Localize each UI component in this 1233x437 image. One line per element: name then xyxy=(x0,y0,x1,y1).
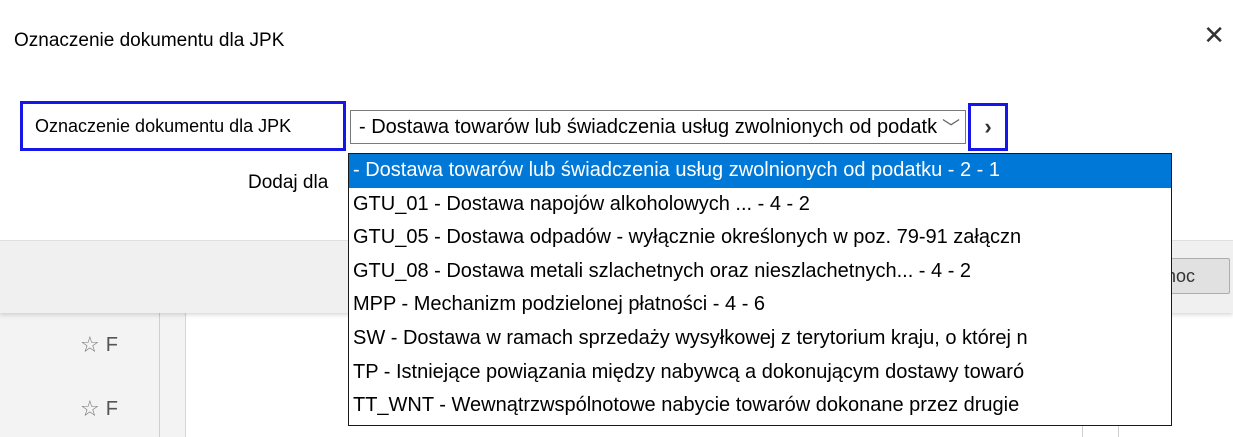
jpk-field-label-text: Oznaczenie dokumentu dla JPK xyxy=(35,115,292,136)
dropdown-option[interactable]: GTU_01 - Dostawa napojów alkoholowych ..… xyxy=(349,188,1171,222)
combobox-value: - Dostawa towarów lub świadczenia usług … xyxy=(359,115,937,138)
background-favorite-item[interactable]: ☆ F xyxy=(80,332,118,358)
dropdown-option[interactable]: SW - Dostawa w ramach sprzedaży wysyłkow… xyxy=(349,322,1171,356)
star-outline-icon: ☆ xyxy=(80,396,100,421)
dropdown-option[interactable]: GTU_05 - Dostawa odpadów - wyłącznie okr… xyxy=(349,221,1171,255)
chevron-right-icon: › xyxy=(984,114,992,139)
add-for-label: Dodaj dla xyxy=(248,172,329,193)
background-favorite-label: F xyxy=(105,397,118,420)
jpk-field-label: Oznaczenie dokumentu dla JPK xyxy=(20,101,346,151)
next-button[interactable]: › xyxy=(968,103,1008,151)
close-icon[interactable]: ✕ xyxy=(1203,22,1225,48)
background-favorite-label: F xyxy=(105,333,118,356)
dropdown-option[interactable]: TT_WNT - Wewnątrzwspólnotowe nabycie tow… xyxy=(349,389,1171,423)
dropdown-option[interactable]: MPP - Mechanizm podzielonej płatności - … xyxy=(349,288,1171,322)
dropdown-option[interactable]: TP - Istniejące powiązania między nabywc… xyxy=(349,356,1171,390)
dropdown-option[interactable]: GTU_08 - Dostawa metali szlachetnych ora… xyxy=(349,255,1171,289)
jpk-dropdown-list: - Dostawa towarów lub świadczenia usług … xyxy=(348,153,1172,426)
star-outline-icon: ☆ xyxy=(80,332,100,357)
chevron-down-icon[interactable]: ﹀ xyxy=(937,114,965,140)
background-divider xyxy=(159,310,160,437)
dropdown-option[interactable]: - Dostawa towarów lub świadczenia usług … xyxy=(349,154,1171,188)
jpk-designation-combobox[interactable]: - Dostawa towarów lub świadczenia usług … xyxy=(350,110,966,144)
background-favorite-item[interactable]: ☆ F xyxy=(80,396,118,422)
dialog-title: Oznaczenie dokumentu dla JPK xyxy=(14,30,285,51)
